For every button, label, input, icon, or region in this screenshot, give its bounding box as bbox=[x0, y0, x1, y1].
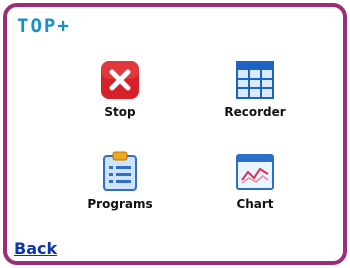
stop-label: Stop bbox=[104, 105, 136, 119]
stop-button[interactable]: Stop bbox=[75, 60, 165, 119]
programs-icon bbox=[103, 151, 137, 191]
programs-button[interactable]: Programs bbox=[75, 150, 165, 211]
chart-icon bbox=[236, 154, 274, 190]
programs-label: Programs bbox=[87, 197, 153, 211]
brand-logo: TOP+ bbox=[17, 15, 71, 37]
recorder-label: Recorder bbox=[224, 105, 286, 119]
chart-button[interactable]: Chart bbox=[210, 152, 300, 211]
recorder-icon bbox=[236, 61, 274, 99]
recorder-button[interactable]: Recorder bbox=[210, 60, 300, 119]
stop-icon bbox=[101, 61, 139, 99]
chart-label: Chart bbox=[236, 197, 274, 211]
screen-frame: TOP+ Stop Recorder Programs Chart Back bbox=[3, 3, 347, 265]
back-link[interactable]: Back bbox=[14, 239, 57, 258]
